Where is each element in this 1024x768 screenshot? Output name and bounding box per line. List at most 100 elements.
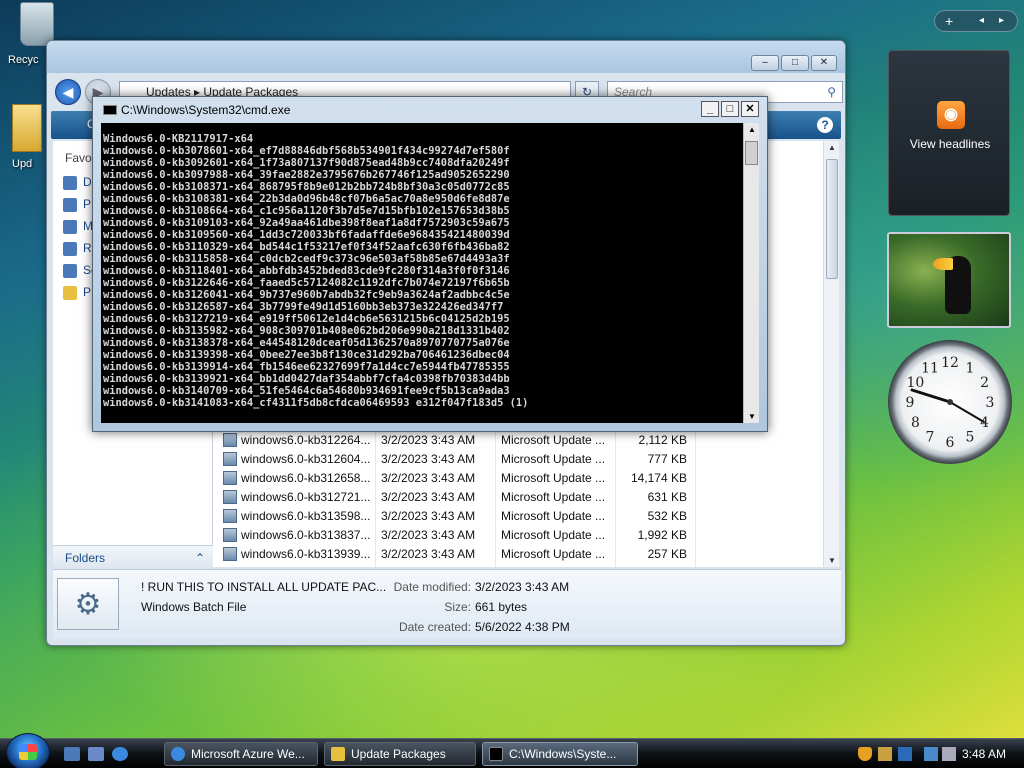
chevron-up-icon: ⌃ xyxy=(194,551,205,565)
update-icon[interactable] xyxy=(898,747,912,761)
explorer-title-bar[interactable]: – □ ✕ xyxy=(47,41,845,73)
console-line: windows6.0-kb3139921-x64_bb1dd0427daf354… xyxy=(103,373,510,385)
selected-file-name: ! RUN THIS TO INSTALL ALL UPDATE PAC... xyxy=(141,580,387,594)
rss-icon: ◉ xyxy=(937,101,965,129)
console-line: windows6.0-kb3108664-x64_c1c956a1120f3b7… xyxy=(103,205,510,217)
console-line: windows6.0-kb3097988-x64_39fae2882e37956… xyxy=(103,169,510,181)
update-file-icon xyxy=(223,490,237,504)
switch-windows-icon[interactable] xyxy=(88,747,104,761)
task-update-packages[interactable]: Update Packages xyxy=(324,742,476,766)
file-size: 532 KB xyxy=(647,509,687,523)
music-icon xyxy=(63,219,77,234)
cmd-minimize-button[interactable]: _ xyxy=(701,101,719,117)
update-file-icon xyxy=(223,471,237,485)
next-icon[interactable]: ▸ xyxy=(999,15,1004,26)
console-line: windows6.0-kb3141083-x64_cf4311f5db8cfdc… xyxy=(103,397,529,409)
cmd-close-button[interactable]: ✕ xyxy=(741,101,759,117)
console-icon xyxy=(103,105,117,115)
file-type: Microsoft Update ... xyxy=(501,547,606,561)
folder-icon xyxy=(63,285,77,300)
table-row[interactable]: windows6.0-kb313939... 3/2/2023 3:43 AM Mi… xyxy=(219,545,689,564)
file-name: windows6.0-kb312604... xyxy=(241,452,371,466)
file-size: 1,992 KB xyxy=(637,528,687,542)
file-type: Microsoft Update ... xyxy=(501,509,606,523)
file-date: 3/2/2023 3:43 AM xyxy=(381,433,476,447)
cmd-maximize-button[interactable]: □ xyxy=(721,101,739,117)
system-tray: 3:48 AM xyxy=(852,739,1024,768)
network-icon[interactable] xyxy=(924,747,938,761)
close-button[interactable]: ✕ xyxy=(811,55,837,71)
folder-icon xyxy=(331,747,345,761)
table-row[interactable]: windows6.0-kb313598... 3/2/2023 3:43 AM Mi… xyxy=(219,507,689,526)
console-line: windows6.0-kb3139398-x64_0bee27ee3b8f130… xyxy=(103,349,510,361)
internet-explorer-icon[interactable] xyxy=(112,747,128,761)
cmd-window[interactable]: C:\Windows\System32\cmd.exe _ □ ✕ Window… xyxy=(92,96,768,432)
clock-gadget[interactable]: 12 1 2 3 4 5 6 7 8 9 10 11 xyxy=(888,340,1012,464)
file-date: 3/2/2023 3:43 AM xyxy=(381,547,476,561)
console-line: windows6.0-kb3139914-x64_fb1546ee6232769… xyxy=(103,361,510,373)
scroll-up-icon[interactable]: ▲ xyxy=(824,143,840,152)
table-row[interactable]: windows6.0-kb312604... 3/2/2023 3:43 AM Mi… xyxy=(219,450,689,469)
table-row[interactable]: windows6.0-kb312264... 3/2/2023 3:43 AM Mi… xyxy=(219,431,689,450)
file-name: windows6.0-kb313939... xyxy=(241,547,371,561)
batch-file-gear-icon: ⚙ xyxy=(57,578,119,630)
search-icon: ⚲ xyxy=(827,85,836,99)
scroll-thumb[interactable] xyxy=(826,159,838,279)
start-button[interactable] xyxy=(6,733,50,768)
scroll-up-icon[interactable]: ▲ xyxy=(744,125,760,134)
file-size: 2,112 KB xyxy=(638,433,687,447)
file-list-scrollbar[interactable]: ▲ ▼ xyxy=(823,141,839,567)
add-gadget-icon[interactable]: + xyxy=(945,13,953,29)
clock-center xyxy=(947,399,953,405)
clock-number: 2 xyxy=(980,375,989,391)
clock-number: 11 xyxy=(921,360,939,376)
file-size: 14,174 KB xyxy=(630,471,687,485)
console-output[interactable]: Windows6.0-KB2117917-x64 windows6.0-kb307… xyxy=(101,123,751,423)
file-name: windows6.0-kb313837... xyxy=(241,528,371,542)
maximize-button[interactable]: □ xyxy=(781,55,809,71)
file-name: windows6.0-kb312658... xyxy=(241,471,371,485)
previous-icon[interactable]: ◂ xyxy=(979,15,984,26)
help-icon[interactable]: ? xyxy=(817,117,833,133)
file-name: windows6.0-kb313598... xyxy=(241,509,371,523)
file-date: 3/2/2023 3:43 AM xyxy=(381,452,476,466)
file-date: 3/2/2023 3:43 AM xyxy=(381,509,476,523)
cmd-scrollbar[interactable]: ▲ ▼ xyxy=(743,123,759,423)
tools-icon[interactable] xyxy=(878,747,892,761)
clock-minute-hand xyxy=(949,401,985,423)
scroll-down-icon[interactable]: ▼ xyxy=(744,412,760,421)
clock-number: 9 xyxy=(906,395,915,411)
console-line: windows6.0-kb3140709-x64_51fe5464c6a5468… xyxy=(103,385,510,397)
scroll-thumb[interactable] xyxy=(745,141,758,165)
clock-number: 3 xyxy=(986,395,995,411)
feed-headlines-gadget[interactable]: ◉ View headlines xyxy=(888,50,1010,216)
recent-icon xyxy=(63,241,77,256)
file-size: 257 KB xyxy=(647,547,687,561)
table-row[interactable]: windows6.0-kb312658... 3/2/2023 3:43 AM Mi… xyxy=(219,469,689,488)
view-headlines-link[interactable]: View headlines xyxy=(889,137,1011,151)
clock-number: 5 xyxy=(966,430,975,446)
update-file-icon xyxy=(223,433,237,447)
task-cmd[interactable]: C:\Windows\Syste... xyxy=(482,742,638,766)
show-desktop-icon[interactable] xyxy=(64,747,80,761)
back-button[interactable]: ◀ xyxy=(55,79,81,105)
console-line: windows6.0-kb3138378-x64_e44548120dceaf0… xyxy=(103,337,510,349)
console-line: windows6.0-kb3092601-x64_1f73a807137f90d… xyxy=(103,157,510,169)
volume-muted-icon[interactable] xyxy=(942,747,956,761)
task-ie-azure[interactable]: Microsoft Azure We... xyxy=(164,742,318,766)
table-row[interactable]: windows6.0-kb312721... 3/2/2023 3:43 AM Mi… xyxy=(219,488,689,507)
size-label: Size: xyxy=(444,600,471,614)
security-shield-icon[interactable] xyxy=(858,747,872,761)
console-line: windows6.0-kb3115858-x64_c0dcb2cedf9c373… xyxy=(103,253,510,265)
cmd-title[interactable]: C:\Windows\System32\cmd.exe xyxy=(103,103,290,117)
file-size: 631 KB xyxy=(647,490,687,504)
folders-toggle[interactable]: Folders ⌃ xyxy=(53,545,213,569)
scroll-down-icon[interactable]: ▼ xyxy=(824,556,840,565)
console-line: windows6.0-kb3110329-x64_bd544c1f53217ef… xyxy=(103,241,510,253)
table-row[interactable]: windows6.0-kb313837... 3/2/2023 3:43 AM Mi… xyxy=(219,526,689,545)
clock-number: 8 xyxy=(911,415,920,431)
file-name: windows6.0-kb312264... xyxy=(241,433,371,447)
tray-clock[interactable]: 3:48 AM xyxy=(962,739,1006,768)
minimize-button[interactable]: – xyxy=(751,55,779,71)
slideshow-gadget[interactable] xyxy=(887,232,1011,328)
